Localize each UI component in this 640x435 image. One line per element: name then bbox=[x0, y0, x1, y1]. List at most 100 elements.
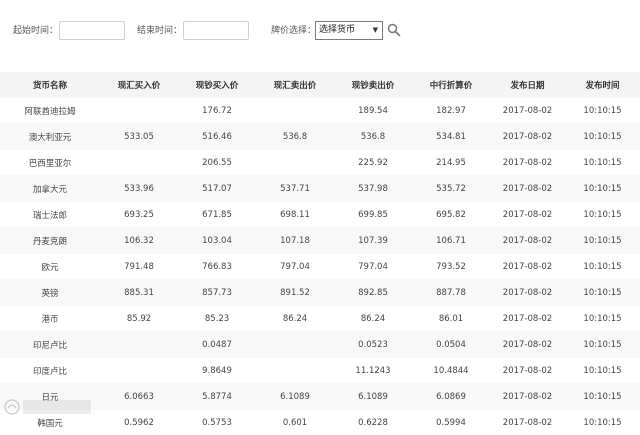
column-header-currency: 货币名称 bbox=[0, 72, 100, 98]
cell-boc-rate: 182.97 bbox=[412, 98, 490, 124]
start-time-label: 起始时间： bbox=[13, 25, 58, 37]
table-row: 印尼卢比0.04870.05230.05042017-08-0210:10:15 bbox=[0, 332, 640, 358]
cell-boc-rate: 0.0504 bbox=[412, 332, 490, 358]
cell-currency-name: 瑞士法郎 bbox=[0, 202, 100, 228]
table-row: 韩国元0.59620.57530.6010.62280.59942017-08-… bbox=[0, 410, 640, 435]
cell-currency-name: 印度卢比 bbox=[0, 358, 100, 384]
cell-cash-sell: 536.8 bbox=[334, 124, 412, 150]
cell-publish-date: 2017-08-02 bbox=[490, 176, 565, 202]
cell-publish-time: 10:10:15 bbox=[565, 358, 640, 384]
cell-boc-rate: 86.01 bbox=[412, 306, 490, 332]
table-row: 英镑885.31857.73891.52892.85887.782017-08-… bbox=[0, 280, 640, 306]
cell-tt-buy: 693.25 bbox=[100, 202, 178, 228]
currency-select-value: 选择货币 bbox=[319, 25, 355, 35]
currency-select[interactable]: 选择货币 ▼ bbox=[315, 21, 383, 40]
cell-cash-sell: 537.98 bbox=[334, 176, 412, 202]
cell-tt-buy: 0.5962 bbox=[100, 410, 178, 435]
cell-tt-sell: 797.04 bbox=[256, 254, 334, 280]
cell-tt-sell: 536.8 bbox=[256, 124, 334, 150]
column-header-cash-buy: 现钞买入价 bbox=[178, 72, 256, 98]
cell-boc-rate: 695.82 bbox=[412, 202, 490, 228]
cell-cash-buy: 9.8649 bbox=[178, 358, 256, 384]
column-header-cash-sell: 现钞卖出价 bbox=[334, 72, 412, 98]
cell-boc-rate: 0.5994 bbox=[412, 410, 490, 435]
cell-publish-date: 2017-08-02 bbox=[490, 280, 565, 306]
cell-tt-sell: 0.601 bbox=[256, 410, 334, 435]
cell-publish-time: 10:10:15 bbox=[565, 124, 640, 150]
cell-currency-name: 欧元 bbox=[0, 254, 100, 280]
column-header-tt-buy: 现汇买入价 bbox=[100, 72, 178, 98]
cell-cash-sell: 225.92 bbox=[334, 150, 412, 176]
cell-tt-sell: 6.1089 bbox=[256, 384, 334, 410]
cell-tt-buy bbox=[100, 358, 178, 384]
cell-tt-sell bbox=[256, 358, 334, 384]
cell-publish-time: 10:10:15 bbox=[565, 150, 640, 176]
column-header-time: 发布时间 bbox=[565, 72, 640, 98]
cell-tt-buy: 791.48 bbox=[100, 254, 178, 280]
table-row: 港币85.9285.2386.2486.2486.012017-08-0210:… bbox=[0, 306, 640, 332]
cell-publish-date: 2017-08-02 bbox=[490, 228, 565, 254]
cell-publish-date: 2017-08-02 bbox=[490, 254, 565, 280]
cell-publish-date: 2017-08-02 bbox=[490, 202, 565, 228]
cell-publish-date: 2017-08-02 bbox=[490, 124, 565, 150]
cell-currency-name: 巴西里亚尔 bbox=[0, 150, 100, 176]
cell-cash-sell: 6.1089 bbox=[334, 384, 412, 410]
cell-cash-buy: 0.5753 bbox=[178, 410, 256, 435]
cell-boc-rate: 887.78 bbox=[412, 280, 490, 306]
cell-publish-time: 10:10:15 bbox=[565, 306, 640, 332]
cell-cash-sell: 892.85 bbox=[334, 280, 412, 306]
search-icon[interactable] bbox=[387, 23, 401, 37]
cell-cash-buy: 85.23 bbox=[178, 306, 256, 332]
cell-publish-time: 10:10:15 bbox=[565, 332, 640, 358]
cell-currency-name: 港币 bbox=[0, 306, 100, 332]
chevron-down-icon: ▼ bbox=[373, 22, 378, 39]
cell-publish-date: 2017-08-02 bbox=[490, 410, 565, 435]
column-header-boc-rate: 中行折算价 bbox=[412, 72, 490, 98]
filter-bar: 起始时间： 结束时间： 牌价选择： 选择货币 ▼ bbox=[0, 0, 640, 62]
cell-tt-sell bbox=[256, 332, 334, 358]
start-time-input[interactable] bbox=[59, 21, 125, 40]
cell-publish-time: 10:10:15 bbox=[565, 98, 640, 124]
cell-publish-time: 10:10:15 bbox=[565, 176, 640, 202]
table-row: 加拿大元533.96517.07537.71537.98535.722017-0… bbox=[0, 176, 640, 202]
cell-currency-name: 澳大利亚元 bbox=[0, 124, 100, 150]
table-header-row: 货币名称 现汇买入价 现钞买入价 现汇卖出价 现钞卖出价 中行折算价 发布日期 … bbox=[0, 72, 640, 98]
table-row: 丹麦克朗106.32103.04107.18107.39106.712017-0… bbox=[0, 228, 640, 254]
cell-boc-rate: 793.52 bbox=[412, 254, 490, 280]
column-header-tt-sell: 现汇卖出价 bbox=[256, 72, 334, 98]
cell-publish-time: 10:10:15 bbox=[565, 254, 640, 280]
table-row: 巴西里亚尔206.55225.92214.952017-08-0210:10:1… bbox=[0, 150, 640, 176]
cell-publish-date: 2017-08-02 bbox=[490, 332, 565, 358]
cell-currency-name: 加拿大元 bbox=[0, 176, 100, 202]
end-time-input[interactable] bbox=[183, 21, 249, 40]
cell-publish-time: 10:10:15 bbox=[565, 280, 640, 306]
cell-cash-sell: 0.0523 bbox=[334, 332, 412, 358]
cell-boc-rate: 214.95 bbox=[412, 150, 490, 176]
cell-cash-buy: 103.04 bbox=[178, 228, 256, 254]
end-time-label: 结束时间： bbox=[137, 25, 182, 37]
cell-publish-date: 2017-08-02 bbox=[490, 358, 565, 384]
cell-cash-buy: 5.8774 bbox=[178, 384, 256, 410]
cell-cash-sell: 107.39 bbox=[334, 228, 412, 254]
cell-cash-sell: 189.54 bbox=[334, 98, 412, 124]
cell-cash-sell: 797.04 bbox=[334, 254, 412, 280]
cell-boc-rate: 106.71 bbox=[412, 228, 490, 254]
cell-publish-time: 10:10:15 bbox=[565, 410, 640, 435]
cell-currency-name: 印尼卢比 bbox=[0, 332, 100, 358]
cell-cash-buy: 517.07 bbox=[178, 176, 256, 202]
cell-tt-buy: 106.32 bbox=[100, 228, 178, 254]
table-row: 印度卢比9.864911.124310.48442017-08-0210:10:… bbox=[0, 358, 640, 384]
cell-boc-rate: 6.0869 bbox=[412, 384, 490, 410]
cell-cash-buy: 516.46 bbox=[178, 124, 256, 150]
watermark-logo bbox=[3, 396, 95, 418]
cell-tt-buy: 6.0663 bbox=[100, 384, 178, 410]
cell-currency-name: 丹麦克朗 bbox=[0, 228, 100, 254]
cell-cash-buy: 176.72 bbox=[178, 98, 256, 124]
cell-tt-sell: 86.24 bbox=[256, 306, 334, 332]
cell-tt-sell bbox=[256, 150, 334, 176]
table-row: 欧元791.48766.83797.04797.04793.522017-08-… bbox=[0, 254, 640, 280]
exchange-rate-table: 货币名称 现汇买入价 现钞买入价 现汇卖出价 现钞卖出价 中行折算价 发布日期 … bbox=[0, 72, 640, 435]
cell-tt-buy: 85.92 bbox=[100, 306, 178, 332]
table-row: 日元6.06635.87746.10896.10896.08692017-08-… bbox=[0, 384, 640, 410]
cell-publish-time: 10:10:15 bbox=[565, 228, 640, 254]
